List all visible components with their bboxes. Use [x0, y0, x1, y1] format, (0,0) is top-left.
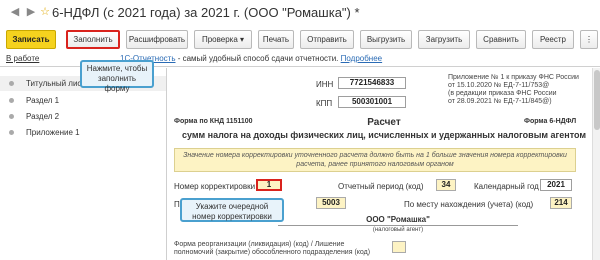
toolbar: Записать Заполнить Расшифровать Проверка…: [0, 28, 600, 52]
bullet-icon: [9, 98, 14, 103]
section-2[interactable]: Раздел 2: [0, 109, 166, 124]
agent-caption: (налоговый агент): [372, 227, 424, 233]
bullet-icon: [9, 114, 14, 119]
forward-arrow-icon[interactable]: ▶: [24, 5, 38, 19]
title-bar: ◀ ▶ ☆ 6-НДФЛ (с 2021 года) за 2021 г. (О…: [0, 0, 600, 25]
appendix-line-1: Приложение № 1 к приказу ФНС России: [448, 74, 579, 81]
reorg-label-line-2: полномочий (закрытие) обособленного подр…: [174, 249, 371, 256]
favorite-star-icon[interactable]: ☆: [38, 5, 52, 19]
year-label: Календарный год: [474, 182, 539, 191]
form-area: ИНН 7721546833 КПП 500301001 Приложение …: [168, 68, 600, 260]
appendix-note: Приложение № 1 к приказу ФНС России от 1…: [448, 74, 579, 106]
section-label: Раздел 2: [26, 112, 60, 121]
form-scrollbar[interactable]: [592, 68, 600, 260]
year-field[interactable]: 2021: [540, 179, 572, 191]
correction-field[interactable]: 1: [256, 179, 282, 191]
import-button[interactable]: Загрузить: [418, 30, 470, 49]
inn-label: ИНН: [316, 80, 334, 89]
kpp-label: КПП: [316, 99, 333, 108]
compare-button[interactable]: Сравнить: [476, 30, 526, 49]
send-button[interactable]: Отправить: [300, 30, 354, 49]
status-in-work[interactable]: В работе: [6, 54, 39, 63]
section-label: Раздел 1: [26, 96, 60, 105]
appendix-line-3: (в редакции приказа ФНС России: [448, 90, 557, 97]
registry-button[interactable]: Реестр: [532, 30, 574, 49]
reorg-label-line-1: Форма реорганизации (ликвидация) (код) /…: [174, 241, 345, 248]
fill-button[interactable]: Заполнить: [66, 30, 120, 49]
dropdown-caret-icon: ▾: [240, 35, 245, 44]
correction-tooltip: Укажите очередной номер корректировки: [180, 198, 284, 222]
reorg-label: Форма реорганизации (ликвидация) (код) /…: [174, 241, 370, 257]
save-button[interactable]: Записать: [6, 30, 56, 49]
decode-button[interactable]: Расшифровать: [126, 30, 188, 49]
kpp-field[interactable]: 500301001: [338, 96, 406, 108]
window-title: 6-НДФЛ (с 2021 года) за 2021 г. (ООО "Ро…: [52, 5, 360, 20]
section-label: Приложение 1: [26, 128, 80, 137]
section-1[interactable]: Раздел 1: [0, 93, 166, 108]
period-field[interactable]: 34: [436, 179, 456, 191]
bullet-icon: [9, 130, 14, 135]
tax-authority-field[interactable]: 5003: [316, 197, 346, 209]
correction-notice: Значение номера корректировки уточненног…: [174, 148, 576, 172]
check-label: Проверка: [201, 35, 238, 44]
print-button[interactable]: Печать: [258, 30, 294, 49]
scrollbar-thumb[interactable]: [594, 70, 600, 130]
correction-label: Номер корректировки: [174, 182, 256, 191]
more-menu-button[interactable]: ⋮: [580, 30, 598, 49]
bullet-icon: [9, 81, 14, 86]
promo-text: - самый удобный способ сдачи отчетности.: [175, 54, 341, 63]
form-heading: Расчет: [367, 117, 401, 128]
reorg-field[interactable]: [392, 241, 406, 253]
period-label: Отчетный период (код): [338, 182, 424, 191]
appendix-line-4: от 28.09.2021 № ЕД-7-11/845@): [448, 98, 552, 105]
more-link[interactable]: Подробнее: [341, 54, 383, 63]
location-label: По месту нахождения (учета) (код): [404, 200, 534, 209]
export-button[interactable]: Выгрузить: [360, 30, 412, 49]
section-label: Титульный лист: [26, 79, 86, 88]
sections-panel: Титульный лист Раздел 1 Раздел 2 Приложе…: [0, 68, 167, 260]
agent-name[interactable]: ООО "Ромашка": [278, 215, 518, 226]
form-subheading: сумм налога на доходы физических лиц, ис…: [181, 130, 587, 140]
back-arrow-icon[interactable]: ◀: [8, 5, 22, 19]
inn-field[interactable]: 7721546833: [338, 77, 406, 89]
fill-tooltip: Нажмите, чтобы заполнить форму: [80, 60, 154, 93]
appendix-line-2: от 15.10.2020 № ЕД-7-11/753@: [448, 82, 550, 89]
promo-line: 1С-Отчетность - самый удобный способ сда…: [120, 54, 382, 63]
location-field[interactable]: 214: [550, 197, 572, 209]
appendix-1[interactable]: Приложение 1: [0, 125, 166, 140]
check-dropdown-button[interactable]: Проверка ▾: [194, 30, 252, 49]
